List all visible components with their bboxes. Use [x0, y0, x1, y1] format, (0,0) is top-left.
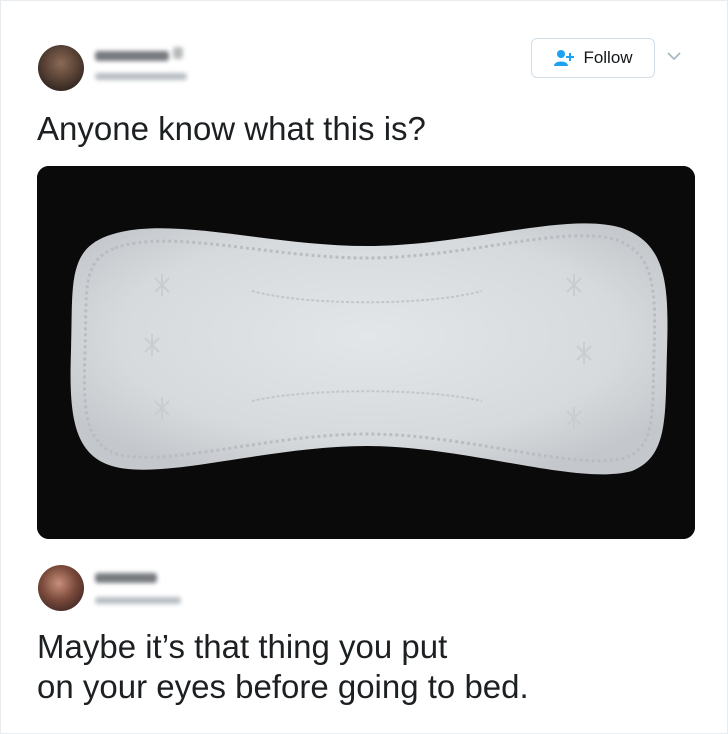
add-person-icon: [553, 49, 575, 67]
verified-icon: [173, 47, 183, 59]
pad-shape: [70, 223, 668, 475]
tweet-card: Follow Anyone know what this is? Maybe i…: [0, 0, 728, 734]
author-avatar[interactable]: [38, 45, 84, 91]
follow-button[interactable]: Follow: [531, 38, 655, 78]
tweet-text: Anyone know what this is?: [37, 110, 426, 147]
chevron-down-icon[interactable]: [665, 49, 683, 63]
reply-text: Maybe it’s that thing you put on your ey…: [37, 628, 529, 705]
reply-author-handle-redacted: [95, 597, 181, 604]
follow-button-label: Follow: [583, 48, 633, 67]
reply-author-name-redacted[interactable]: [95, 573, 157, 583]
tweet-photo[interactable]: [37, 166, 695, 539]
author-handle-redacted: [95, 73, 187, 80]
reply-author-avatar[interactable]: [38, 565, 84, 611]
author-name-redacted[interactable]: [95, 51, 169, 61]
